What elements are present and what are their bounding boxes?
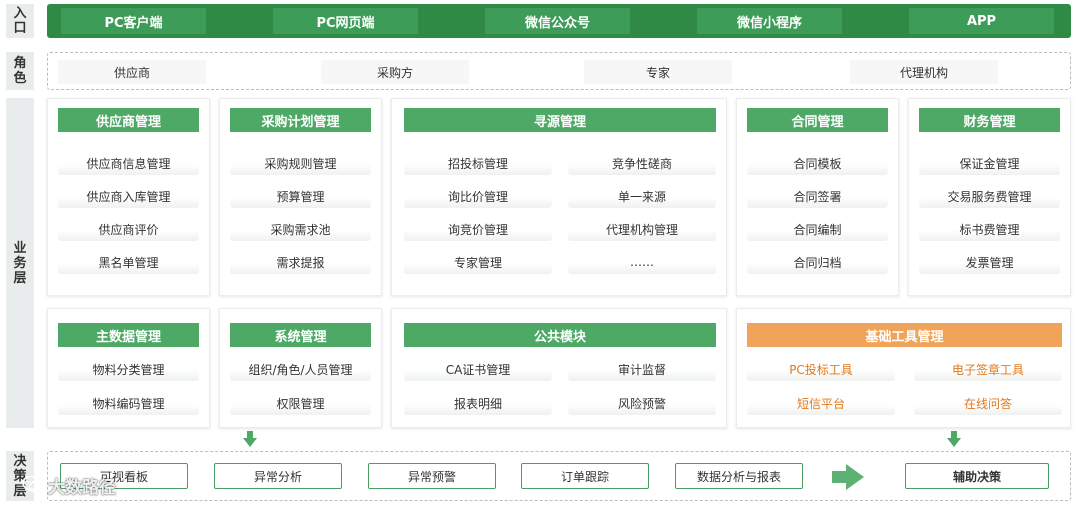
panel-title: 公共模块 <box>404 323 716 347</box>
item-tender-fee[interactable]: 标书费管理 <box>919 217 1060 241</box>
item-risk-warning[interactable]: 风险预警 <box>568 391 716 415</box>
role-row: 供应商 采购方 专家 代理机构 <box>47 52 1071 90</box>
item-supplier-evaluation[interactable]: 供应商评价 <box>58 217 199 241</box>
panel-title: 采购计划管理 <box>230 108 371 132</box>
item-pc-bid-tool[interactable]: PC投标工具 <box>747 357 895 381</box>
down-arrow-icon <box>243 431 257 447</box>
item-supplier-onboarding[interactable]: 供应商入库管理 <box>58 184 199 208</box>
item-report-detail[interactable]: 报表明细 <box>404 391 552 415</box>
panel-title: 寻源管理 <box>404 108 716 132</box>
entry-app[interactable]: APP <box>909 8 1054 34</box>
side-label-role: 角色 <box>6 52 34 90</box>
panel-title: 主数据管理 <box>58 323 199 347</box>
entry-pc-client[interactable]: PC客户端 <box>61 8 206 34</box>
item-service-fee[interactable]: 交易服务费管理 <box>919 184 1060 208</box>
item-demand-pool[interactable]: 采购需求池 <box>230 217 371 241</box>
item-contract-template[interactable]: 合同模板 <box>747 151 888 175</box>
panel-public-module: 公共模块 CA证书管理 报表明细 审计监督 风险预警 <box>391 308 727 428</box>
item-single-source[interactable]: 单一来源 <box>568 184 716 208</box>
item-online-qa[interactable]: 在线问答 <box>914 391 1062 415</box>
panel-title: 系统管理 <box>230 323 371 347</box>
panel-finance-management: 财务管理 保证金管理 交易服务费管理 标书费管理 发票管理 <box>908 98 1071 296</box>
item-material-code[interactable]: 物料编码管理 <box>58 391 199 415</box>
item-permissions[interactable]: 权限管理 <box>230 391 371 415</box>
side-label-business: 业务层 <box>6 98 34 428</box>
entry-pc-web[interactable]: PC网页端 <box>273 8 418 34</box>
item-bidding[interactable]: 招投标管理 <box>404 151 552 175</box>
item-org-role-user[interactable]: 组织/角色/人员管理 <box>230 357 371 381</box>
item-price-comparison[interactable]: 询比价管理 <box>404 184 552 208</box>
role-purchaser: 采购方 <box>321 60 469 84</box>
decision-assist-button[interactable]: 辅助决策 <box>905 463 1049 489</box>
item-deposit[interactable]: 保证金管理 <box>919 151 1060 175</box>
item-invoice[interactable]: 发票管理 <box>919 250 1060 274</box>
item-e-signature-tool[interactable]: 电子签章工具 <box>914 357 1062 381</box>
item-contract-drafting[interactable]: 合同编制 <box>747 217 888 241</box>
side-label-entry: 入口 <box>6 4 34 38</box>
panel-supplier-management: 供应商管理 供应商信息管理 供应商入库管理 供应商评价 黑名单管理 <box>47 98 210 296</box>
decision-anomaly-analysis[interactable]: 异常分析 <box>214 463 342 489</box>
item-material-category[interactable]: 物料分类管理 <box>58 357 199 381</box>
panel-contract-management: 合同管理 合同模板 合同签署 合同编制 合同归档 <box>736 98 899 296</box>
panel-title: 基础工具管理 <box>747 323 1062 347</box>
panel-title: 合同管理 <box>747 108 888 132</box>
item-ca-certificate[interactable]: CA证书管理 <box>404 357 552 381</box>
panel-procurement-plan: 采购计划管理 采购规则管理 预算管理 采购需求池 需求提报 <box>219 98 382 296</box>
decision-anomaly-warning[interactable]: 异常预警 <box>368 463 496 489</box>
item-contract-signing[interactable]: 合同签署 <box>747 184 888 208</box>
role-agency: 代理机构 <box>850 60 998 84</box>
down-arrow-icon <box>947 431 961 447</box>
panel-sourcing: 寻源管理 招投标管理 询比价管理 询竞价管理 专家管理 竞争性磋商 单一来源 代… <box>391 98 727 296</box>
item-demand-submit[interactable]: 需求提报 <box>230 250 371 274</box>
panel-system-management: 系统管理 组织/角色/人员管理 权限管理 <box>219 308 382 428</box>
role-expert: 专家 <box>584 60 732 84</box>
item-supplier-info[interactable]: 供应商信息管理 <box>58 151 199 175</box>
panel-title: 供应商管理 <box>58 108 199 132</box>
item-procurement-rules[interactable]: 采购规则管理 <box>230 151 371 175</box>
item-sms-platform[interactable]: 短信平台 <box>747 391 895 415</box>
item-competitive-negotiation[interactable]: 竞争性磋商 <box>568 151 716 175</box>
item-audit-supervision[interactable]: 审计监督 <box>568 357 716 381</box>
decision-visual-board[interactable]: 可视看板 <box>60 463 188 489</box>
item-blacklist[interactable]: 黑名单管理 <box>58 250 199 274</box>
entry-bar: PC客户端 PC网页端 微信公众号 微信小程序 APP <box>47 4 1071 38</box>
role-supplier: 供应商 <box>58 60 206 84</box>
side-label-decision: 决策层 <box>6 451 34 501</box>
item-contract-archive[interactable]: 合同归档 <box>747 250 888 274</box>
item-expert-management[interactable]: 专家管理 <box>404 250 552 274</box>
entry-wechat-official[interactable]: 微信公众号 <box>485 8 630 34</box>
right-arrow-icon <box>832 464 864 490</box>
item-more: …… <box>568 250 716 274</box>
item-agency-management[interactable]: 代理机构管理 <box>568 217 716 241</box>
decision-row: 可视看板 异常分析 异常预警 订单跟踪 数据分析与报表 辅助决策 <box>47 451 1071 501</box>
item-competitive-bidding[interactable]: 询竞价管理 <box>404 217 552 241</box>
decision-order-tracking[interactable]: 订单跟踪 <box>521 463 649 489</box>
panel-master-data: 主数据管理 物料分类管理 物料编码管理 <box>47 308 210 428</box>
decision-data-analysis[interactable]: 数据分析与报表 <box>675 463 803 489</box>
entry-wechat-miniprogram[interactable]: 微信小程序 <box>697 8 842 34</box>
panel-basic-tools: 基础工具管理 PC投标工具 短信平台 电子签章工具 在线问答 <box>736 308 1071 428</box>
item-budget[interactable]: 预算管理 <box>230 184 371 208</box>
panel-title: 财务管理 <box>919 108 1060 132</box>
